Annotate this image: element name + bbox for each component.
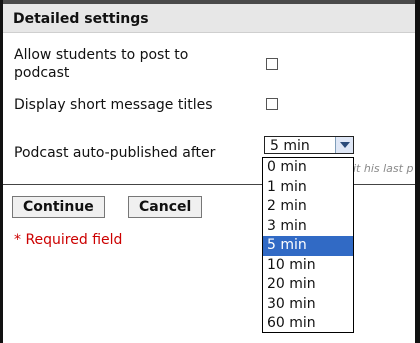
chevron-down-icon[interactable] [335, 137, 353, 153]
autopublish-select[interactable]: 5 min [264, 136, 354, 154]
right-border [415, 0, 420, 343]
hint-text: it his last p [353, 162, 414, 175]
autopublish-options[interactable]: 0 min 1 min 2 min 3 min 5 min 10 min 20 … [262, 157, 354, 333]
section-header: Detailed settings [3, 4, 415, 33]
allow-post-checkbox[interactable] [266, 58, 278, 70]
option-5-min[interactable]: 5 min [263, 236, 353, 256]
select-value: 5 min [270, 138, 310, 154]
option-3-min[interactable]: 3 min [263, 217, 353, 237]
option-20-min[interactable]: 20 min [263, 275, 353, 295]
short-titles-label: Display short message titles [14, 97, 213, 113]
required-note: * Required field [14, 232, 123, 248]
left-border [0, 0, 3, 343]
cancel-button[interactable]: Cancel [128, 196, 203, 218]
option-10-min[interactable]: 10 min [263, 256, 353, 276]
allow-post-label: Allow students to post to podcast [14, 47, 189, 81]
option-1-min[interactable]: 1 min [263, 178, 353, 198]
short-titles-checkbox[interactable] [266, 98, 278, 110]
continue-button[interactable]: Continue [12, 196, 105, 218]
section-title: Detailed settings [13, 11, 149, 27]
option-2-min[interactable]: 2 min [263, 197, 353, 217]
option-60-min[interactable]: 60 min [263, 314, 353, 334]
settings-frame: Detailed settings Allow students to post… [0, 0, 420, 343]
option-0-min[interactable]: 0 min [263, 158, 353, 178]
autopublish-label: Podcast auto-published after [14, 145, 216, 161]
option-30-min[interactable]: 30 min [263, 295, 353, 315]
